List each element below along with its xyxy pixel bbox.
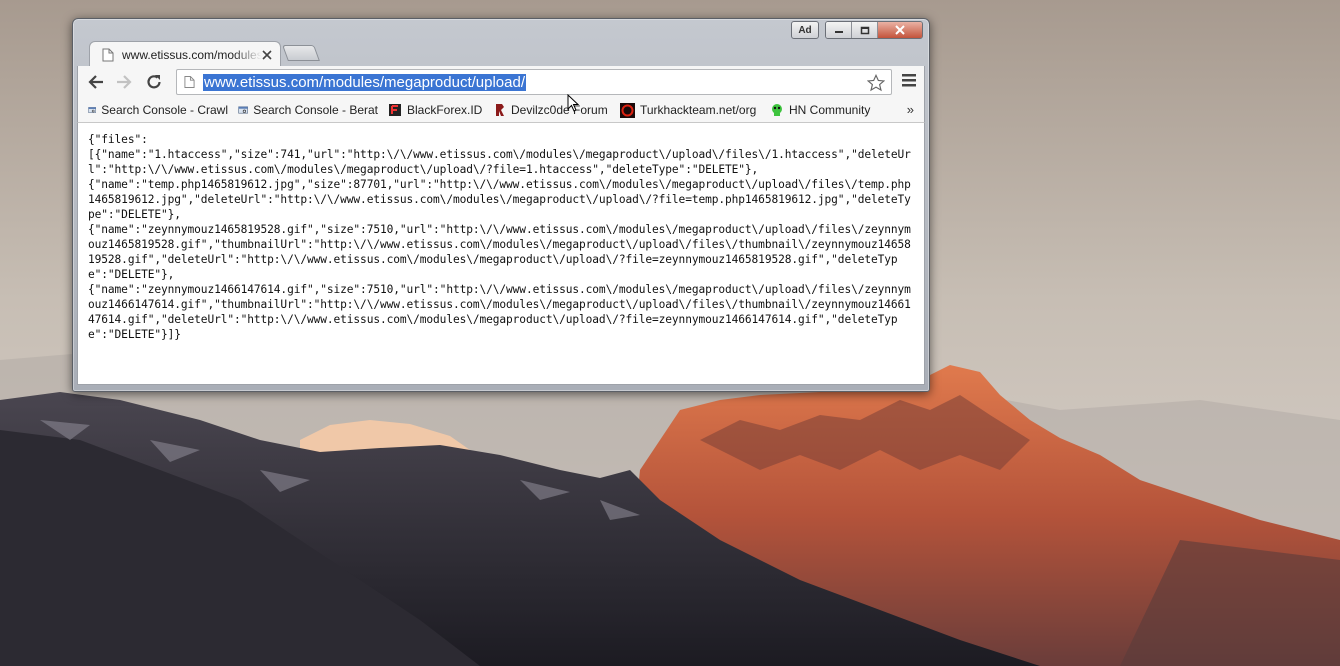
bookmarks-overflow-button[interactable]: » (907, 102, 914, 117)
page-content: {"files": [{"name":"1.htaccess","size":7… (77, 123, 925, 385)
hamburger-menu-icon (902, 74, 916, 87)
bookmark-devilzc0de[interactable]: Devilzc0de Forum (494, 102, 614, 118)
url-text[interactable]: www.etissus.com/modules/megaproduct/uplo… (203, 74, 526, 91)
reload-icon (147, 75, 161, 89)
bookmark-hn-community[interactable]: HN Community (770, 102, 890, 118)
turkhackteam-icon (620, 102, 635, 118)
bookmarks-bar: Search Console - Crawl Search Console - … (77, 98, 925, 123)
hn-community-icon (772, 104, 782, 116)
window-controls: Ad (791, 21, 923, 39)
bookmark-search-console-crawl[interactable]: Search Console - Crawl (88, 102, 228, 118)
mouse-cursor-icon (567, 94, 579, 112)
bookmark-label: Devilzc0de Forum (511, 103, 608, 117)
tab-title: www.etissus.com/modules/megaproduct/uplo… (122, 47, 262, 62)
minimize-icon (834, 31, 843, 33)
browser-window: Ad www.etissus.com/modules/megaproduct/u… (72, 18, 930, 392)
bookmark-search-console-berat[interactable]: Search Console - Berat (238, 102, 378, 118)
devilzc0de-icon (496, 104, 504, 116)
bookmark-turkhackteam[interactable]: Turkhackteam.net/org (620, 102, 760, 118)
bookmark-label: BlackForex.ID (407, 103, 483, 117)
address-bar[interactable]: www.etissus.com/modules/megaproduct/uplo… (176, 69, 892, 95)
close-icon (895, 25, 905, 35)
json-response-text: {"files": [{"name":"1.htaccess","size":7… (88, 133, 911, 341)
bookmark-star-icon[interactable] (867, 74, 885, 92)
bookmark-label: Search Console - Berat (253, 103, 378, 117)
bookmark-label: Search Console - Crawl (101, 103, 228, 117)
minimize-button[interactable] (826, 22, 852, 38)
page-icon (102, 48, 114, 61)
close-window-button[interactable] (878, 22, 922, 38)
forward-arrow-icon (117, 75, 132, 89)
search-console-icon (238, 106, 248, 114)
maximize-button[interactable] (852, 22, 878, 38)
blackforex-icon (389, 104, 401, 116)
bookmark-blackforex[interactable]: BlackForex.ID (388, 102, 488, 118)
forward-button[interactable] (114, 72, 134, 92)
back-button[interactable] (86, 72, 106, 92)
maximize-icon (860, 26, 869, 34)
tab-close-icon[interactable] (262, 49, 272, 60)
bookmark-label: Turkhackteam.net/org (640, 103, 757, 117)
ad-badge[interactable]: Ad (791, 21, 819, 39)
new-tab-button[interactable] (282, 45, 320, 61)
search-console-icon (88, 107, 97, 113)
bookmark-label: HN Community (789, 103, 871, 117)
caption-buttons (825, 21, 923, 39)
tab-active[interactable]: www.etissus.com/modules/megaproduct/uplo… (89, 41, 281, 67)
toolbar: www.etissus.com/modules/megaproduct/uplo… (77, 66, 925, 98)
browser-menu-button[interactable] (902, 74, 916, 92)
back-arrow-icon (88, 75, 103, 89)
reload-button[interactable] (144, 72, 164, 92)
page-icon (184, 76, 195, 88)
